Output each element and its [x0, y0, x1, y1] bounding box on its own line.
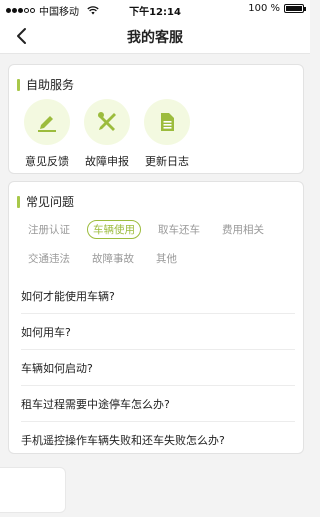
faq-question[interactable]: 租车过程需要中途停车怎么办? [21, 386, 295, 422]
battery-percent: 100 % [248, 3, 280, 14]
faq-question-list: 如何才能使用车辆? 如何用车? 车辆如何启动? 租车过程需要中途停车怎么办? 手… [21, 278, 295, 458]
tag-fault-accident[interactable]: 故障事故 [87, 250, 139, 267]
feedback-label: 意见反馈 [25, 155, 69, 168]
faq-category-tags: 注册认证 车辆使用 取车还车 费用相关 交通违法 故障事故 其他 [23, 219, 299, 278]
self-service-header: 自助服务 [17, 76, 74, 93]
tools-wrench-icon [98, 112, 116, 131]
document-icon [161, 113, 174, 131]
faq-question[interactable]: 如何才能使用车辆? [21, 278, 295, 314]
status-bar: 中国移动 下午12:14 100 % [0, 0, 310, 18]
changelog-icon-circle [144, 99, 190, 145]
fault-report-icon-circle [84, 99, 130, 145]
faq-card: 常见问题 注册认证 车辆使用 取车还车 费用相关 交通违法 故障事故 其他 如何… [8, 181, 304, 454]
tag-row: 交通违法 故障事故 其他 [23, 249, 299, 267]
fault-report-button[interactable]: 故障申报 [83, 99, 131, 169]
feedback-button[interactable]: 意见反馈 [23, 99, 71, 169]
faq-question[interactable]: 车辆如何启动? [21, 350, 295, 386]
tag-vehicle-use[interactable]: 车辆使用 [87, 219, 141, 239]
self-service-card: 自助服务 意见反馈 故障申报 更新日志 [8, 64, 304, 174]
tag-traffic-violation[interactable]: 交通违法 [23, 250, 75, 267]
partial-card [0, 467, 66, 513]
status-right: 100 % [248, 3, 306, 14]
faq-question[interactable]: 如何用车? [21, 314, 295, 350]
battery-fill [286, 6, 302, 11]
section-accent-bar [17, 78, 20, 91]
page-title: 我的客服 [127, 30, 183, 46]
self-service-title: 自助服务 [26, 78, 75, 92]
feedback-icon-circle [24, 99, 70, 145]
changelog-label: 更新日志 [145, 155, 189, 168]
pen-write-icon [38, 116, 56, 132]
tag-pickup-return[interactable]: 取车还车 [153, 221, 205, 238]
faq-question[interactable]: 手机遥控操作车辆失败和还车失败怎么办? [21, 422, 295, 458]
service-list: 意见反馈 故障申报 更新日志 [23, 99, 191, 169]
faq-header: 常见问题 [17, 193, 74, 210]
tag-registration[interactable]: 注册认证 [23, 221, 75, 238]
tag-row: 注册认证 车辆使用 取车还车 费用相关 [23, 219, 299, 239]
nav-bar: 我的客服 [0, 18, 310, 54]
changelog-button[interactable]: 更新日志 [143, 99, 191, 169]
tag-fees[interactable]: 费用相关 [217, 221, 269, 238]
tag-other[interactable]: 其他 [151, 250, 182, 267]
battery-icon [284, 4, 306, 13]
section-accent-bar [17, 195, 20, 208]
fault-report-label: 故障申报 [85, 155, 129, 168]
faq-title: 常见问题 [26, 195, 75, 209]
